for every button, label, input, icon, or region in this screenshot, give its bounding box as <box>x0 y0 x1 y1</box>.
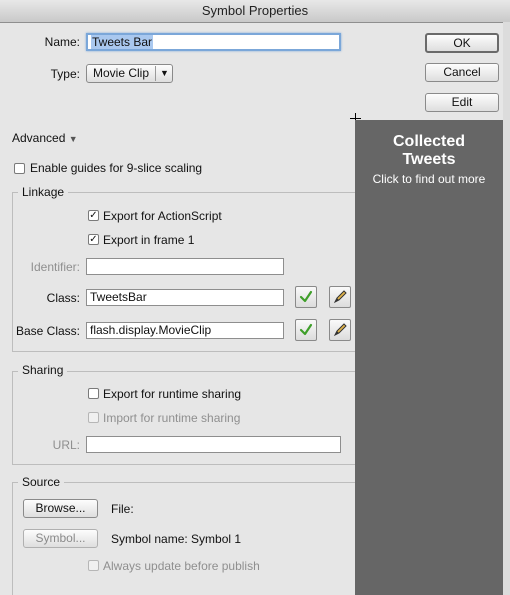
panel-subtitle: Click to find out more <box>372 172 486 186</box>
identifier-input[interactable] <box>86 258 284 275</box>
check-icon <box>299 290 313 303</box>
linkage-legend: Linkage <box>18 185 69 199</box>
advanced-label: Advanced <box>12 131 66 145</box>
url-label: URL: <box>52 438 80 452</box>
base-class-label: Base Class: <box>15 324 80 338</box>
panel-title: Collected Tweets <box>392 133 465 168</box>
window-title: Symbol Properties <box>0 0 510 23</box>
export-actionscript-checkbox[interactable]: ✓ <box>88 210 99 221</box>
export-frame1-checkbox[interactable]: ✓ <box>88 234 99 245</box>
import-runtime-checkbox[interactable] <box>88 412 99 423</box>
type-select-value: Movie Clip <box>93 66 150 80</box>
symbol-name-label: Symbol name: Symbol 1 <box>111 532 242 546</box>
window-edge <box>503 22 510 595</box>
collected-tweets-panel[interactable]: Collected Tweets Click to find out more <box>355 120 503 595</box>
nine-slice-checkbox[interactable] <box>14 163 25 174</box>
pencil-icon <box>333 323 347 337</box>
name-input[interactable]: Tweets Bar <box>86 33 341 51</box>
source-legend: Source <box>18 475 65 489</box>
class-label: Class: <box>46 291 80 305</box>
identifier-label: Identifier: <box>30 260 80 274</box>
sharing-legend: Sharing <box>18 363 68 377</box>
base-class-input[interactable]: flash.display.MovieClip <box>86 322 284 339</box>
url-input[interactable] <box>86 436 341 453</box>
export-actionscript-label: Export for ActionScript <box>103 209 222 223</box>
cancel-button[interactable]: Cancel <box>425 63 499 82</box>
nine-slice-label: Enable guides for 9-slice scaling <box>30 161 203 175</box>
edit-class-button[interactable] <box>329 286 351 308</box>
always-update-label: Always update before publish <box>103 559 260 573</box>
type-select-divider <box>155 66 156 81</box>
type-select[interactable]: Movie Clip ▼ <box>86 64 173 83</box>
import-runtime-label: Import for runtime sharing <box>103 411 241 425</box>
check-icon <box>299 323 313 336</box>
name-input-value: Tweets Bar <box>91 35 154 49</box>
chevron-down-icon: ▼ <box>160 68 169 78</box>
class-input[interactable]: TweetsBar <box>86 289 284 306</box>
disclosure-triangle-icon: ▼ <box>68 134 78 144</box>
edit-button[interactable]: Edit <box>425 93 499 112</box>
type-label: Type: <box>50 67 80 81</box>
ok-button[interactable]: OK <box>425 33 499 53</box>
export-runtime-checkbox[interactable] <box>88 388 99 399</box>
edit-base-class-button[interactable] <box>329 319 351 341</box>
validate-class-button[interactable] <box>295 286 317 308</box>
pencil-icon <box>333 290 347 304</box>
export-runtime-label: Export for runtime sharing <box>103 387 242 401</box>
symbol-button[interactable]: Symbol... <box>23 529 98 548</box>
validate-base-class-button[interactable] <box>295 319 317 341</box>
advanced-toggle[interactable]: Advanced ▼ <box>12 131 78 145</box>
name-label: Name: <box>44 35 80 49</box>
file-label: File: <box>111 502 134 516</box>
browse-button[interactable]: Browse... <box>23 499 98 518</box>
always-update-checkbox[interactable] <box>88 560 99 571</box>
export-frame1-label: Export in frame 1 <box>103 233 195 247</box>
